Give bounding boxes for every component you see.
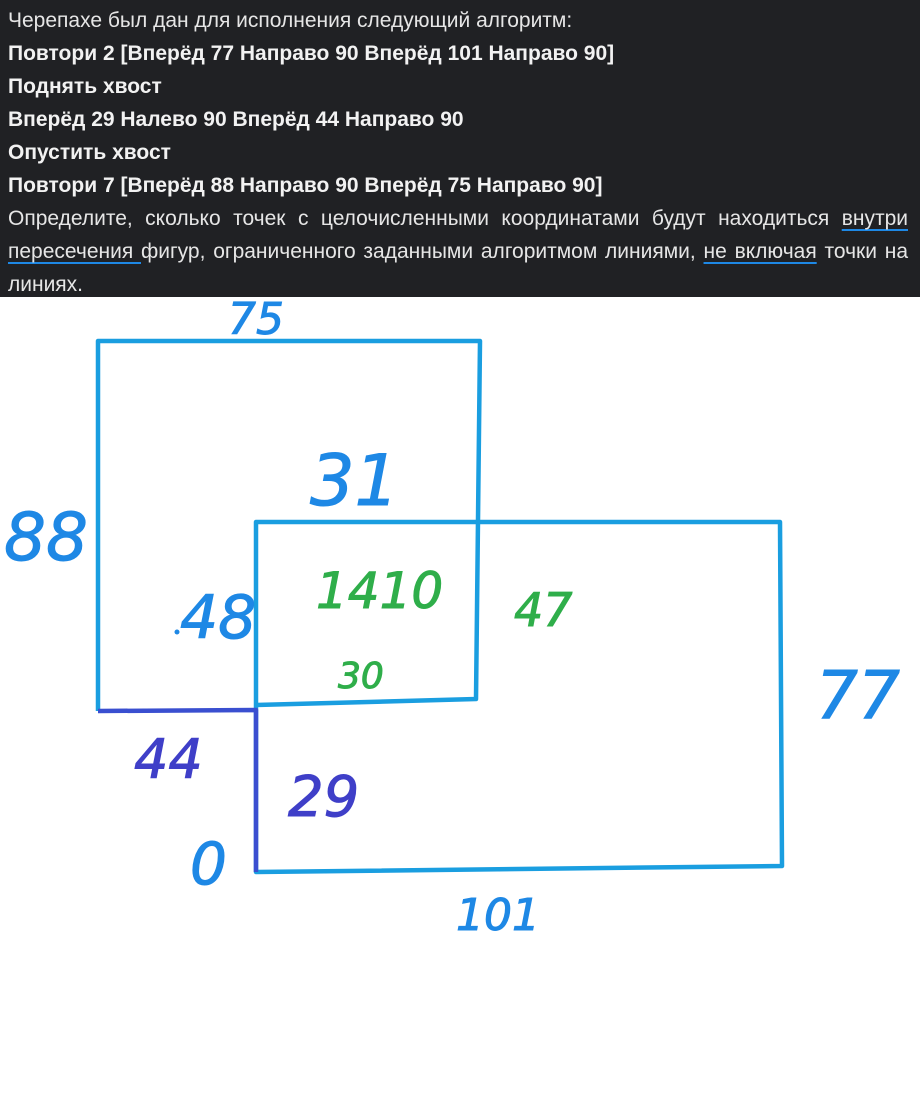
algorithm-line-3: Вперёд 29 Налево 90 Вперёд 44 Направо 90 <box>8 108 464 131</box>
question-text-2: фигур, ограниченного заданными алгоритмо… <box>141 240 704 263</box>
algorithm-line-5: Повтори 7 [Вперёд 88 Направо 90 Вперёд 7… <box>8 174 603 197</box>
sketch-canvas: 75 88 31 48 1410 47 30 44 29 0 77 101 <box>4 297 901 942</box>
label-shift-x: 44 <box>134 728 203 791</box>
label-overlap-width: 30 <box>338 656 384 697</box>
task-intro: Черепахе был дан для исполнения следующи… <box>8 9 573 32</box>
label-right-part: 47 <box>514 583 573 637</box>
label-origin: 0 <box>190 830 227 898</box>
algorithm-line-1: Повтори 2 [Вперёд 77 Направо 90 Вперёд 1… <box>8 42 615 65</box>
dot-marker <box>174 629 180 635</box>
label-right-height: 77 <box>816 657 900 734</box>
question-highlight-excluding: не включая <box>703 240 817 263</box>
question-text-1: Определите, сколько точек с целочисленны… <box>8 207 842 230</box>
label-overlap-height: 31 <box>310 440 399 522</box>
label-bottom-width: 101 <box>456 890 540 941</box>
algorithm-line-4: Опустить хвост <box>8 141 171 164</box>
algorithm-line-2: Поднять хвост <box>8 75 162 98</box>
label-top-width: 75 <box>228 297 284 345</box>
label-overlap-count: 1410 <box>316 562 443 620</box>
label-shift-y: 29 <box>288 765 359 830</box>
rectangle-2 <box>95 338 483 711</box>
label-left-height: 88 <box>4 499 88 576</box>
task-panel: Черепахе был дан для исполнения следующи… <box>0 0 920 297</box>
task-question: Определите, сколько точек с целочисленны… <box>8 202 908 301</box>
label-left-part: 48 <box>180 583 256 653</box>
